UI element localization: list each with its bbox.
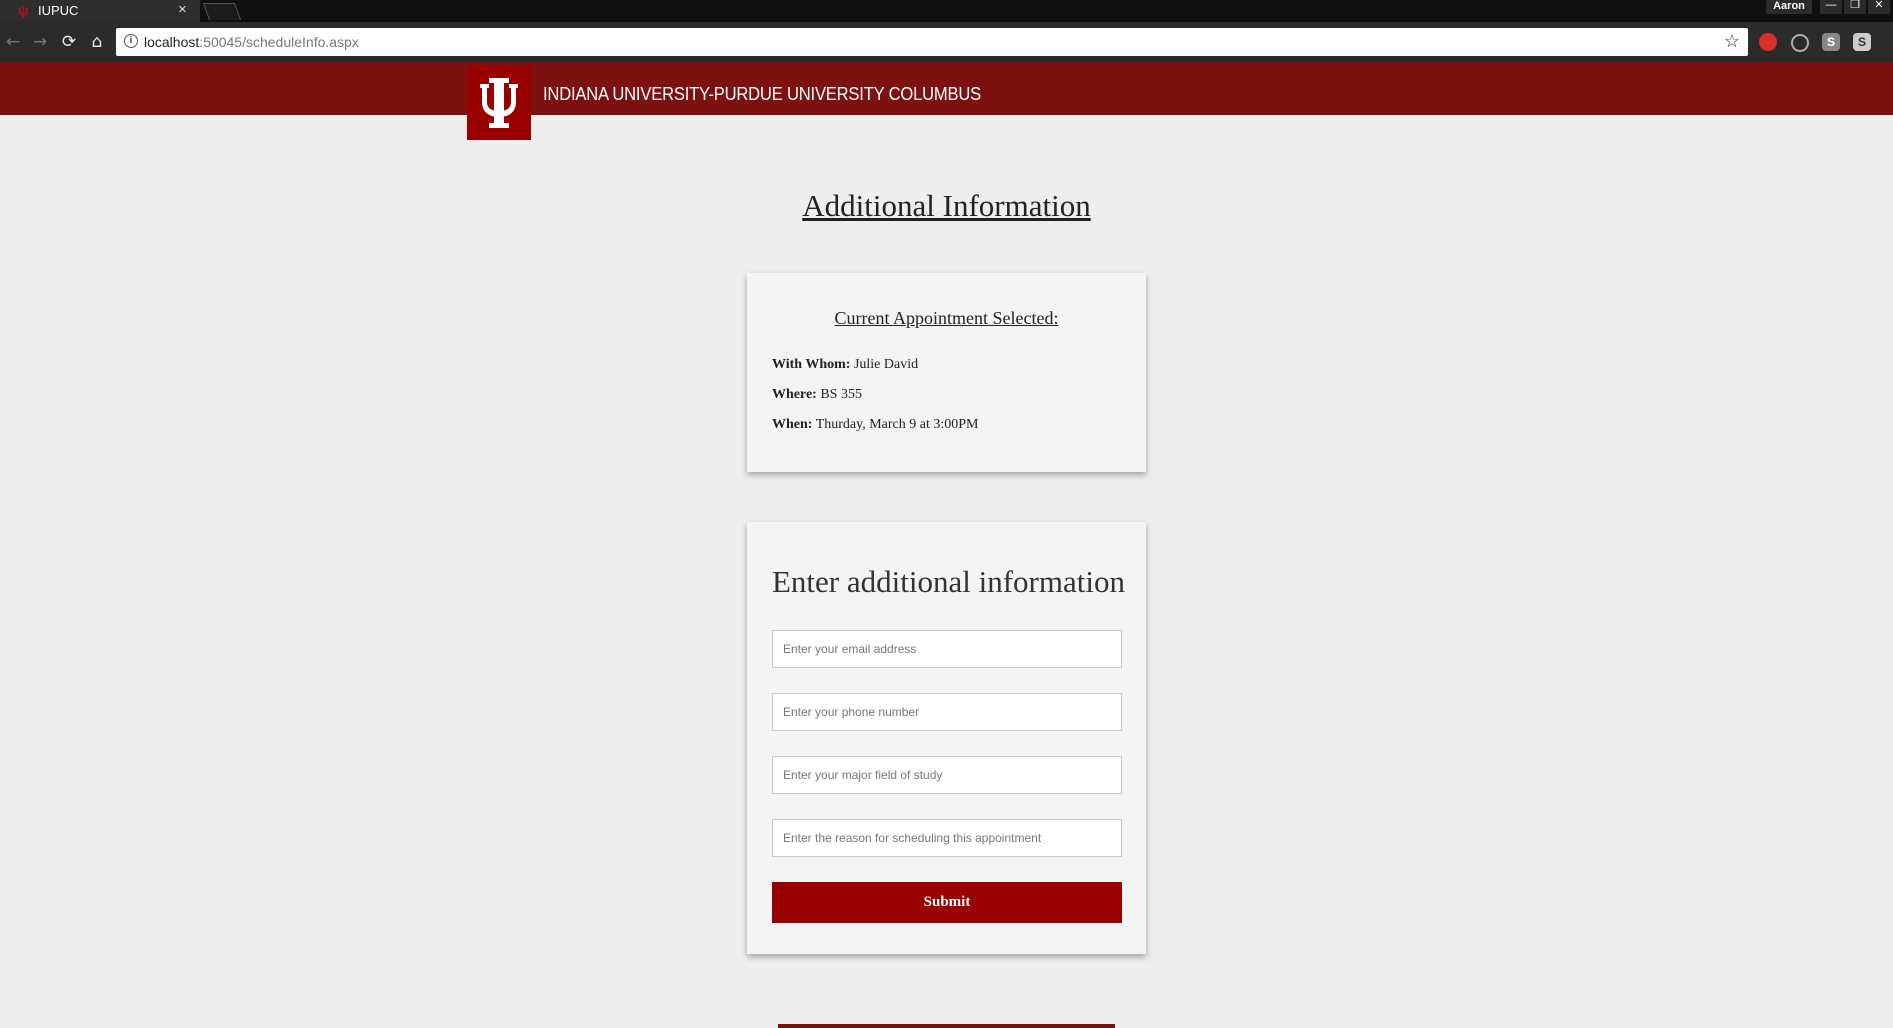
back-icon[interactable]: ←	[2, 31, 24, 53]
profile-button[interactable]: Aaron	[1766, 0, 1812, 14]
appointment-card: Current Appointment Selected: With Whom:…	[747, 273, 1146, 472]
phone-field[interactable]	[772, 693, 1122, 731]
university-name: INDIANA UNIVERSITY-PURDUE UNIVERSITY COL…	[543, 84, 982, 104]
forward-icon[interactable]: →	[29, 31, 51, 53]
url-text: localhost:50045/scheduleInfo.aspx	[144, 34, 359, 50]
email-field[interactable]	[772, 630, 1122, 668]
reload-icon[interactable]: ⟳	[58, 31, 80, 53]
where-label: Where:	[772, 387, 817, 402]
with-whom-row: With Whom: Julie David	[772, 357, 918, 373]
with-whom-label: With Whom:	[772, 357, 851, 372]
where-value: BS 355	[820, 387, 862, 402]
appointment-heading: Current Appointment Selected:	[834, 308, 1059, 328]
extension-block-icon[interactable]	[1791, 34, 1809, 52]
extension-s-icon[interactable]: S	[1822, 33, 1840, 51]
major-field[interactable]	[772, 756, 1122, 794]
minimize-icon[interactable]: —	[1820, 0, 1842, 14]
form-heading: Enter additional information	[772, 564, 1125, 599]
new-tab-button[interactable]	[202, 3, 242, 20]
page-title: Additional Information	[802, 188, 1091, 223]
when-row: When: Thurday, March 9 at 3:00PM	[772, 417, 979, 433]
trident-icon	[480, 78, 518, 128]
additional-info-form: Enter additional information Submit	[747, 522, 1146, 954]
extension-s2-icon[interactable]: S	[1853, 33, 1871, 51]
browser-tab[interactable]: ψ IUPUC ×	[0, 0, 200, 22]
submit-button[interactable]: Submit	[772, 882, 1122, 923]
browser-toolbar: ← → ⟳ ⌂ i localhost:50045/scheduleInfo.a…	[0, 22, 1893, 62]
footer-bar	[778, 1024, 1115, 1028]
info-icon[interactable]: i	[124, 34, 138, 48]
reason-field[interactable]	[772, 819, 1122, 857]
when-label: When:	[772, 417, 813, 432]
favicon-icon: ψ	[18, 2, 29, 18]
iu-logo[interactable]	[467, 66, 531, 140]
tab-close-icon[interactable]: ×	[178, 1, 187, 18]
close-window-icon[interactable]: ✕	[1868, 0, 1890, 14]
with-whom-value: Julie David	[853, 357, 919, 372]
extension-shield-icon[interactable]	[1759, 33, 1777, 51]
when-value: Thurday, March 9 at 3:00PM	[815, 417, 979, 432]
restore-icon[interactable]: ❐	[1844, 0, 1866, 14]
tab-title: IUPUC	[38, 3, 79, 18]
browser-titlebar: ψ IUPUC × Aaron — ❐ ✕	[0, 0, 1893, 22]
star-icon[interactable]: ☆	[1724, 31, 1740, 52]
where-row: Where: BS 355	[772, 387, 862, 403]
home-icon[interactable]: ⌂	[86, 31, 108, 53]
address-bar[interactable]: i localhost:50045/scheduleInfo.aspx ☆	[116, 28, 1748, 56]
